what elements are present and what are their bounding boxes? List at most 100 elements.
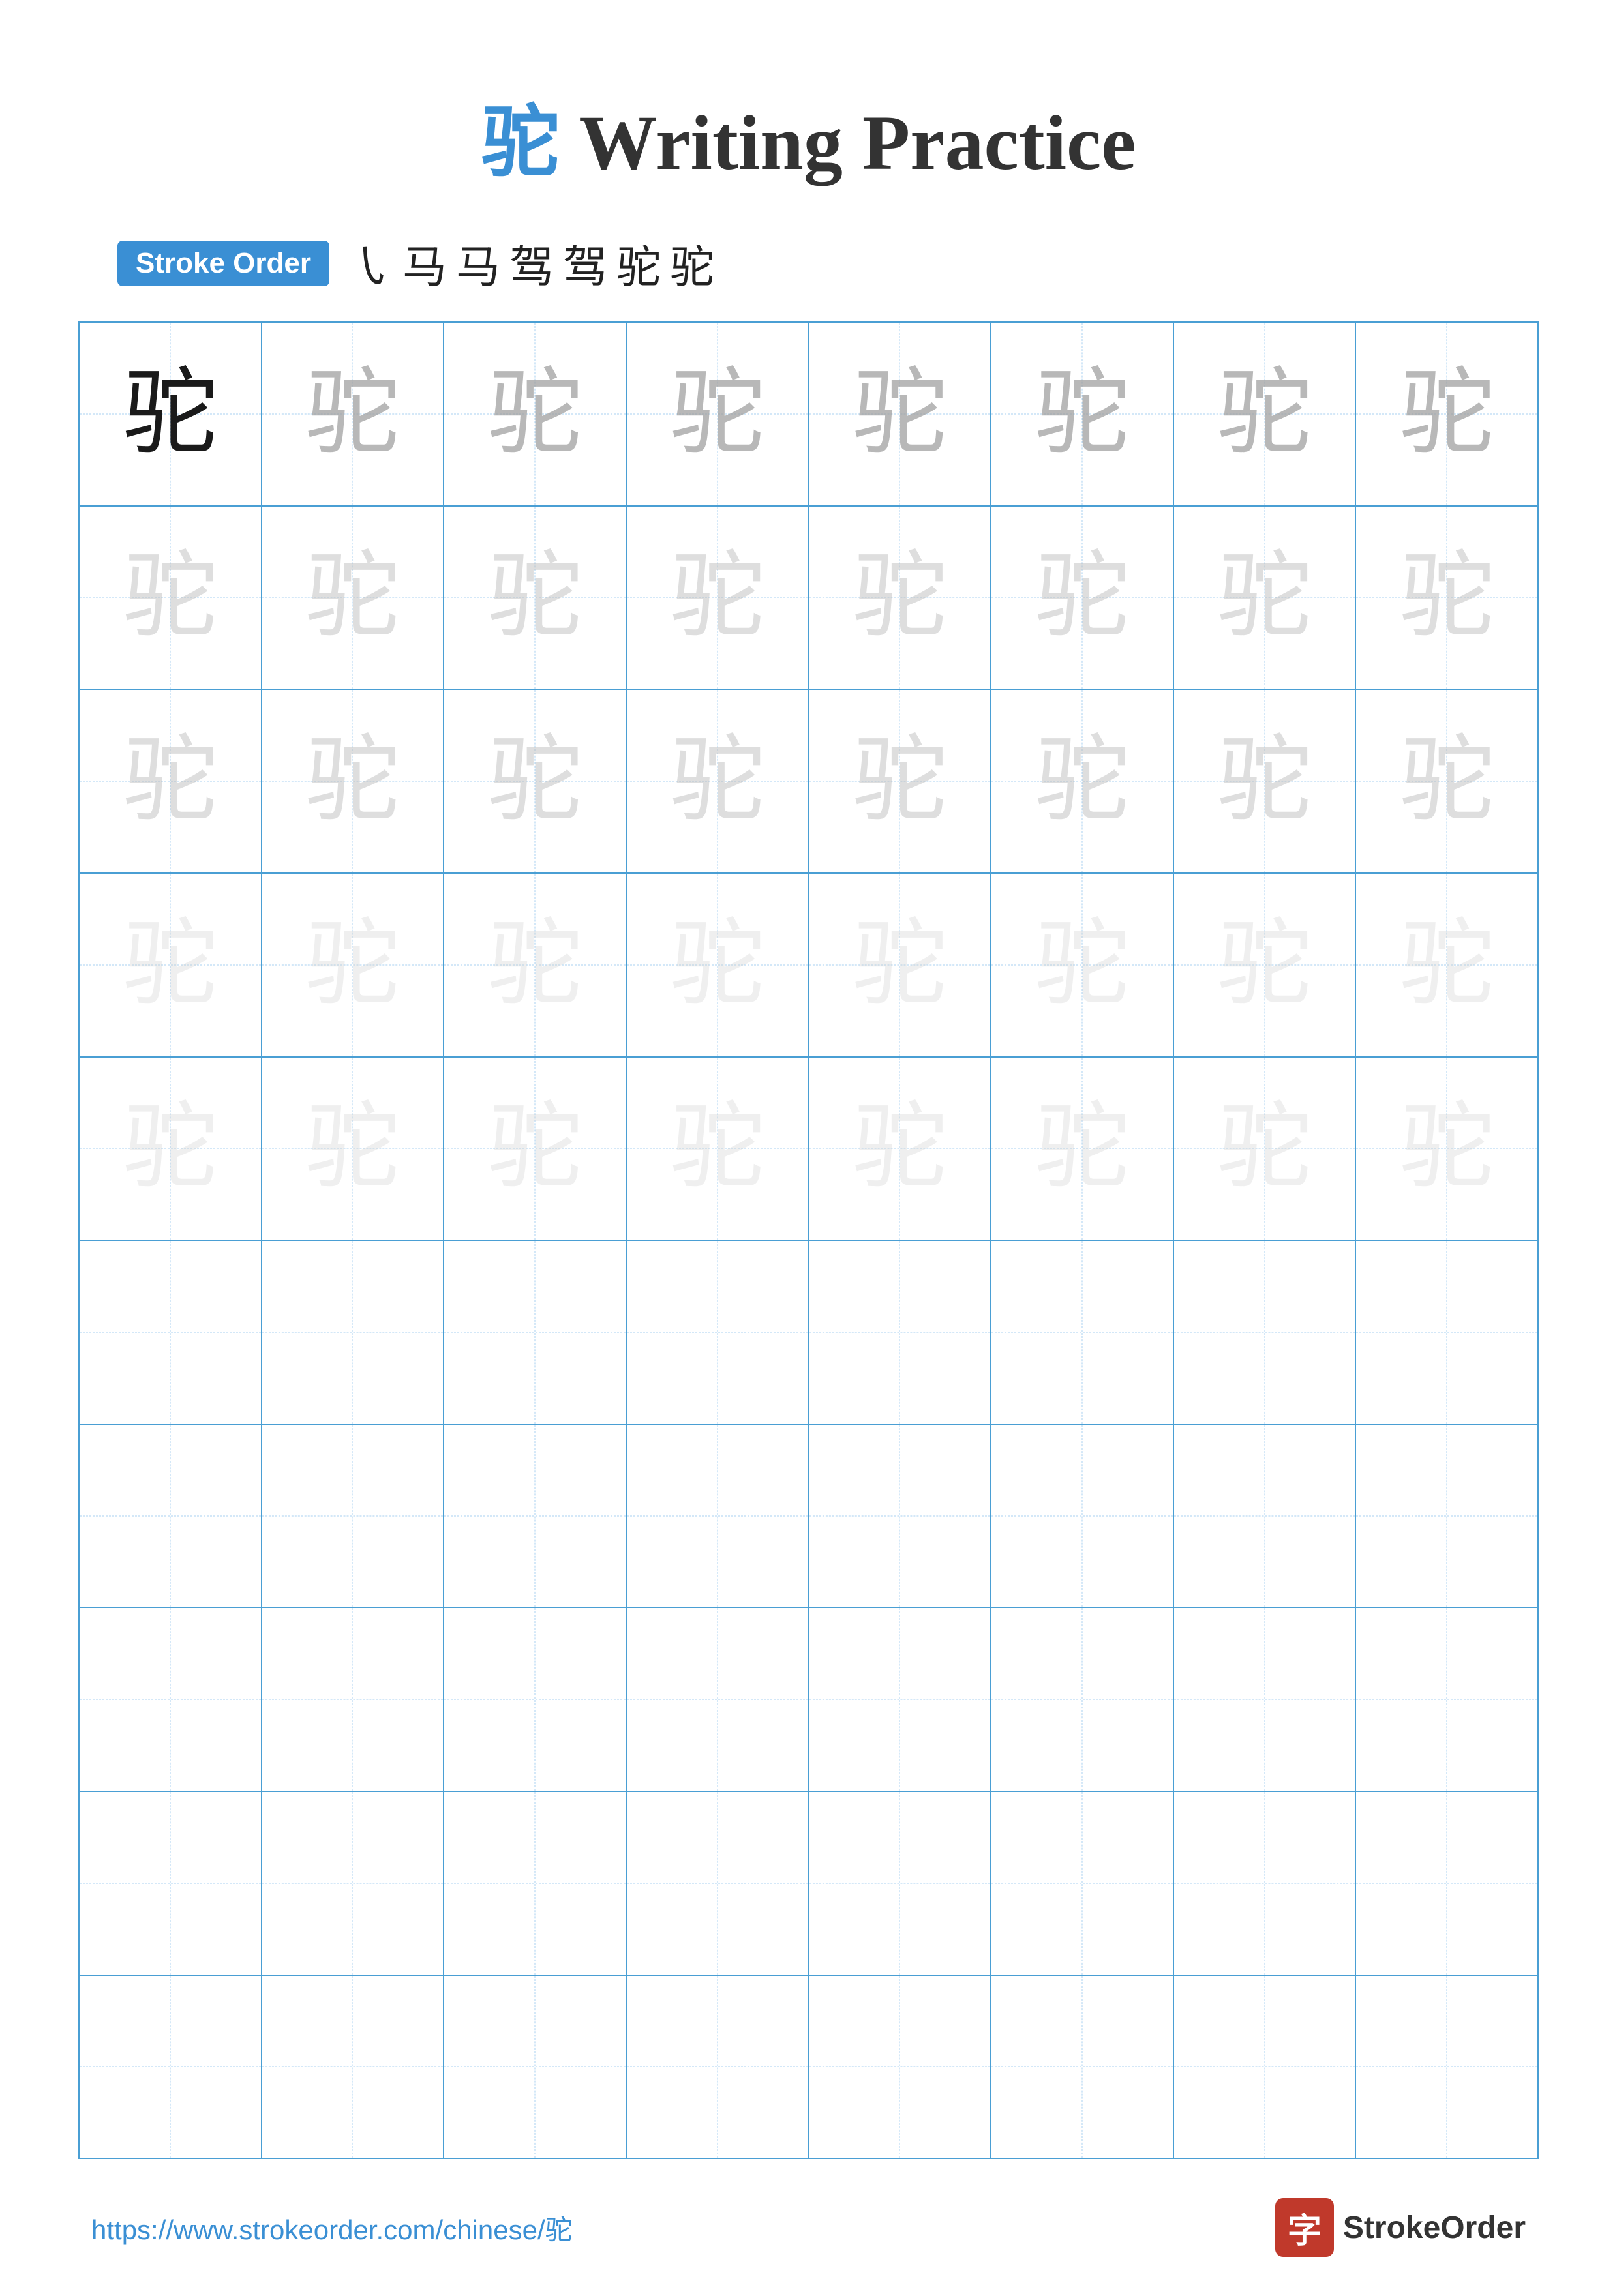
grid-cell[interactable]: 驼 bbox=[444, 690, 627, 872]
grid-cell[interactable]: 驼 bbox=[80, 507, 262, 689]
grid-cell[interactable] bbox=[809, 1241, 992, 1424]
grid-cell[interactable] bbox=[80, 1241, 262, 1424]
grid-cell[interactable] bbox=[1356, 1425, 1537, 1607]
grid-cell[interactable]: 驼 bbox=[1356, 690, 1537, 872]
grid-cell[interactable] bbox=[809, 1608, 992, 1791]
grid-cell[interactable]: 驼 bbox=[1356, 507, 1537, 689]
grid-cell[interactable]: 驼 bbox=[262, 323, 445, 505]
grid-cell[interactable] bbox=[444, 1241, 627, 1424]
grid-cell[interactable] bbox=[1356, 1976, 1537, 2158]
grid-cell[interactable]: 驼 bbox=[1174, 323, 1357, 505]
grid-cell[interactable] bbox=[991, 1425, 1174, 1607]
grid-cell[interactable] bbox=[809, 1425, 992, 1607]
grid-row bbox=[80, 1241, 1537, 1425]
grid-cell[interactable] bbox=[1174, 1976, 1357, 2158]
grid-cell[interactable] bbox=[1356, 1792, 1537, 1975]
grid-cell[interactable] bbox=[80, 1976, 262, 2158]
grid-cell[interactable] bbox=[262, 1976, 445, 2158]
grid-cell[interactable] bbox=[444, 1976, 627, 2158]
grid-cell[interactable]: 驼 bbox=[262, 1058, 445, 1240]
grid-cell[interactable]: 驼 bbox=[809, 690, 992, 872]
practice-char: 驼 bbox=[853, 366, 947, 461]
grid-cell[interactable]: 驼 bbox=[444, 323, 627, 505]
grid-cell[interactable] bbox=[991, 1792, 1174, 1975]
grid-cell[interactable] bbox=[444, 1425, 627, 1607]
practice-char: 驼 bbox=[1217, 917, 1312, 1012]
grid-cell[interactable]: 驼 bbox=[1356, 874, 1537, 1056]
grid-cell[interactable]: 驼 bbox=[80, 690, 262, 872]
grid-cell[interactable]: 驼 bbox=[80, 323, 262, 505]
grid-cell[interactable] bbox=[627, 1241, 809, 1424]
grid-cell[interactable]: 驼 bbox=[627, 323, 809, 505]
grid-cell[interactable]: 驼 bbox=[627, 507, 809, 689]
grid-cell[interactable]: 驼 bbox=[1356, 323, 1537, 505]
grid-cell[interactable] bbox=[991, 1976, 1174, 2158]
grid-cell[interactable]: 驼 bbox=[991, 1058, 1174, 1240]
grid-cell[interactable] bbox=[1174, 1792, 1357, 1975]
grid-cell[interactable]: 驼 bbox=[627, 1058, 809, 1240]
practice-char: 驼 bbox=[853, 550, 947, 645]
grid-cell[interactable] bbox=[80, 1792, 262, 1975]
practice-char: 驼 bbox=[488, 917, 582, 1012]
grid-cell[interactable] bbox=[991, 1608, 1174, 1791]
stroke-chars: ㇂ 马 马 驾 驾 驼 驼 bbox=[349, 231, 714, 295]
grid-cell[interactable]: 驼 bbox=[262, 874, 445, 1056]
grid-cell[interactable]: 驼 bbox=[1174, 874, 1357, 1056]
grid-cell[interactable]: 驼 bbox=[1356, 1058, 1537, 1240]
grid-cell[interactable]: 驼 bbox=[809, 323, 992, 505]
practice-char: 驼 bbox=[670, 366, 764, 461]
grid-cell[interactable]: 驼 bbox=[262, 690, 445, 872]
grid-cell[interactable]: 驼 bbox=[262, 507, 445, 689]
grid-cell[interactable] bbox=[1356, 1241, 1537, 1424]
grid-cell[interactable] bbox=[262, 1792, 445, 1975]
grid-cell[interactable] bbox=[627, 1976, 809, 2158]
practice-char: 驼 bbox=[305, 917, 400, 1012]
grid-cell[interactable]: 驼 bbox=[991, 323, 1174, 505]
stroke-7: 驼 bbox=[670, 231, 714, 295]
practice-char: 驼 bbox=[488, 366, 582, 461]
grid-cell[interactable] bbox=[262, 1425, 445, 1607]
grid-cell[interactable]: 驼 bbox=[444, 874, 627, 1056]
grid-cell[interactable]: 驼 bbox=[1174, 507, 1357, 689]
practice-char: 驼 bbox=[1400, 734, 1494, 829]
grid-cell[interactable] bbox=[1174, 1241, 1357, 1424]
practice-char: 驼 bbox=[1035, 550, 1129, 645]
grid-cell[interactable] bbox=[1356, 1608, 1537, 1791]
grid-cell[interactable] bbox=[80, 1608, 262, 1791]
grid-cell[interactable] bbox=[627, 1608, 809, 1791]
grid-cell[interactable] bbox=[262, 1241, 445, 1424]
grid-cell[interactable] bbox=[809, 1976, 992, 2158]
grid-cell[interactable]: 驼 bbox=[627, 690, 809, 872]
footer-url[interactable]: https://www.strokeorder.com/chinese/驼 bbox=[91, 2208, 573, 2248]
grid-cell[interactable]: 驼 bbox=[80, 1058, 262, 1240]
grid-cell[interactable] bbox=[444, 1608, 627, 1791]
grid-cell[interactable]: 驼 bbox=[444, 507, 627, 689]
practice-char: 驼 bbox=[1035, 917, 1129, 1012]
grid-cell[interactable] bbox=[809, 1792, 992, 1975]
grid-cell[interactable]: 驼 bbox=[1174, 690, 1357, 872]
grid-cell[interactable] bbox=[444, 1792, 627, 1975]
grid-cell[interactable]: 驼 bbox=[809, 874, 992, 1056]
grid-row: 驼 驼 驼 驼 驼 驼 驼 驼 bbox=[80, 1058, 1537, 1242]
grid-cell[interactable] bbox=[80, 1425, 262, 1607]
stroke-6: 驼 bbox=[616, 231, 661, 295]
grid-cell[interactable] bbox=[991, 1241, 1174, 1424]
grid-cell[interactable]: 驼 bbox=[809, 1058, 992, 1240]
grid-cell[interactable]: 驼 bbox=[991, 507, 1174, 689]
grid-cell[interactable] bbox=[627, 1425, 809, 1607]
grid-cell[interactable]: 驼 bbox=[991, 874, 1174, 1056]
grid-cell[interactable]: 驼 bbox=[80, 874, 262, 1056]
grid-cell[interactable]: 驼 bbox=[809, 507, 992, 689]
grid-cell[interactable]: 驼 bbox=[627, 874, 809, 1056]
grid-cell[interactable] bbox=[1174, 1608, 1357, 1791]
practice-char: 驼 bbox=[123, 366, 217, 461]
practice-char: 驼 bbox=[305, 734, 400, 829]
footer-logo: 字 StrokeOrder bbox=[1275, 2198, 1526, 2257]
grid-cell[interactable] bbox=[1174, 1425, 1357, 1607]
grid-cell[interactable]: 驼 bbox=[991, 690, 1174, 872]
grid-cell[interactable]: 驼 bbox=[1174, 1058, 1357, 1240]
grid-cell[interactable]: 驼 bbox=[444, 1058, 627, 1240]
grid-cell[interactable] bbox=[262, 1608, 445, 1791]
practice-char: 驼 bbox=[1217, 1101, 1312, 1196]
grid-cell[interactable] bbox=[627, 1792, 809, 1975]
